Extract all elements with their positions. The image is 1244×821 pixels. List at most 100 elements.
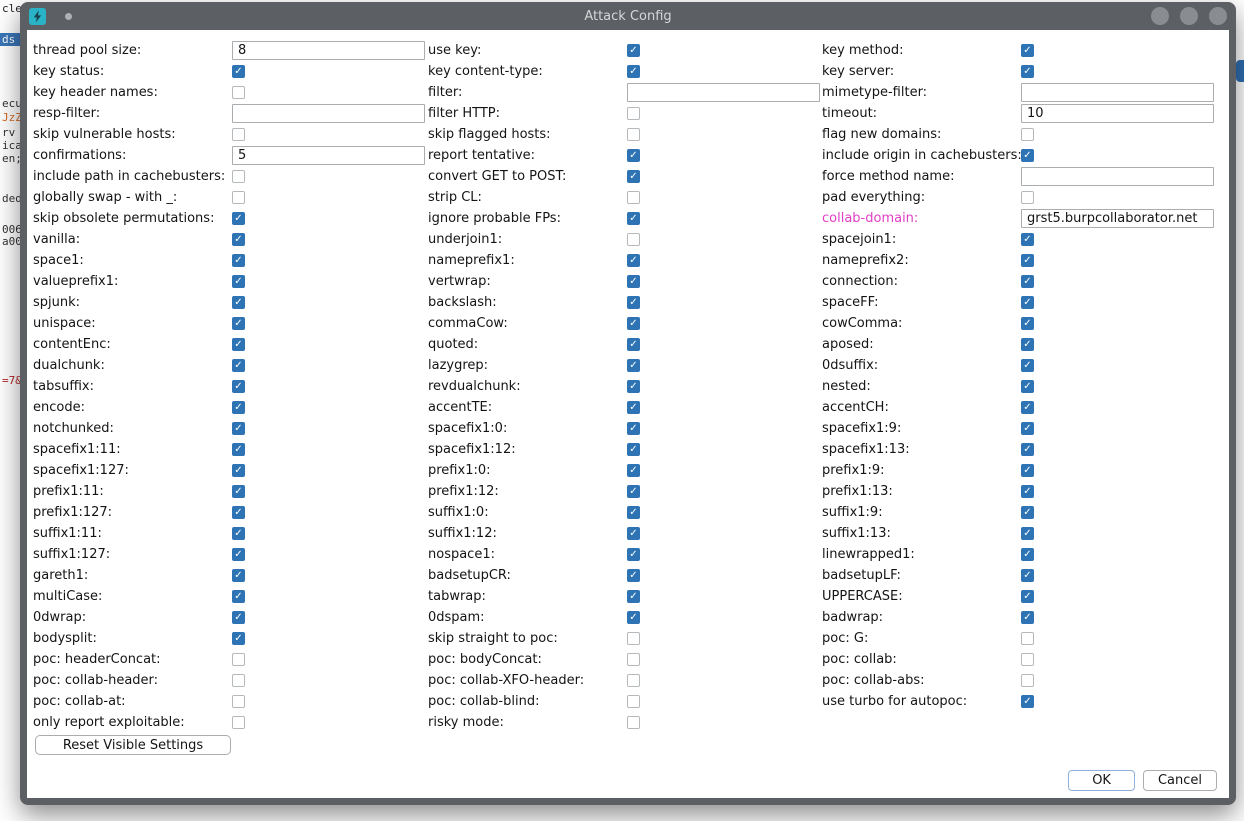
checkbox-accentch[interactable]: ✓ (1021, 401, 1034, 414)
checkbox-commacow[interactable]: ✓ (627, 317, 640, 330)
input-thread-pool-size[interactable] (232, 41, 425, 60)
checkbox-spacejoin1[interactable]: ✓ (1021, 233, 1034, 246)
checkbox-spacefix1-0[interactable]: ✓ (627, 422, 640, 435)
checkbox-prefix1-9[interactable]: ✓ (1021, 464, 1034, 477)
checkbox-tabwrap[interactable]: ✓ (627, 590, 640, 603)
checkbox-prefix1-127[interactable]: ✓ (232, 506, 245, 519)
input-filter[interactable] (627, 83, 820, 102)
checkbox-prefix1-0[interactable]: ✓ (627, 464, 640, 477)
checkbox-poc-headerconcat[interactable] (232, 653, 245, 666)
checkbox-accentte[interactable]: ✓ (627, 401, 640, 414)
checkbox-aposed[interactable]: ✓ (1021, 338, 1034, 351)
checkbox-key-method[interactable]: ✓ (1021, 44, 1034, 57)
checkbox-suffix1-13[interactable]: ✓ (1021, 527, 1034, 540)
checkbox-poc-bodyconcat[interactable] (627, 653, 640, 666)
checkbox-nested[interactable]: ✓ (1021, 380, 1034, 393)
checkbox-spjunk[interactable]: ✓ (232, 296, 245, 309)
checkbox-poc-g[interactable] (1021, 632, 1034, 645)
checkbox-backslash[interactable]: ✓ (627, 296, 640, 309)
checkbox-nameprefix1[interactable]: ✓ (627, 254, 640, 267)
checkbox-spacefix1-9[interactable]: ✓ (1021, 422, 1034, 435)
checkbox-use-turbo-for-autopoc[interactable]: ✓ (1021, 695, 1034, 708)
checkbox-prefix1-11[interactable]: ✓ (232, 485, 245, 498)
checkbox-key-server[interactable]: ✓ (1021, 65, 1034, 78)
checkbox-spacefix1-11[interactable]: ✓ (232, 443, 245, 456)
checkbox-ignore-probable-fps[interactable]: ✓ (627, 212, 640, 225)
checkbox-report-tentative[interactable]: ✓ (627, 149, 640, 162)
checkbox-nospace1[interactable]: ✓ (627, 548, 640, 561)
checkbox-flag-new-domains[interactable] (1021, 128, 1034, 141)
checkbox-suffix1-9[interactable]: ✓ (1021, 506, 1034, 519)
checkbox-suffix1-0[interactable]: ✓ (627, 506, 640, 519)
window-button-2[interactable] (1180, 7, 1198, 25)
checkbox-include-path-in-cachebusters[interactable] (232, 170, 245, 183)
checkbox-only-report-exploitable[interactable] (232, 716, 245, 729)
checkbox-key-content-type[interactable]: ✓ (627, 65, 640, 78)
checkbox-bodysplit[interactable]: ✓ (232, 632, 245, 645)
input-timeout[interactable] (1021, 104, 1214, 123)
checkbox-0dspam[interactable]: ✓ (627, 611, 640, 624)
checkbox-include-origin-in-cachebusters[interactable]: ✓ (1021, 149, 1034, 162)
checkbox-tabsuffix[interactable]: ✓ (232, 380, 245, 393)
ok-button[interactable]: OK (1068, 770, 1135, 791)
checkbox-badwrap[interactable]: ✓ (1021, 611, 1034, 624)
checkbox-dualchunk[interactable]: ✓ (232, 359, 245, 372)
checkbox-nameprefix2[interactable]: ✓ (1021, 254, 1034, 267)
checkbox-skip-straight-to-poc[interactable] (627, 632, 640, 645)
checkbox-encode[interactable]: ✓ (232, 401, 245, 414)
checkbox-convert-get-to-post[interactable]: ✓ (627, 170, 640, 183)
checkbox-poc-collab-abs[interactable] (1021, 674, 1034, 687)
checkbox-suffix1-11[interactable]: ✓ (232, 527, 245, 540)
checkbox-unispace[interactable]: ✓ (232, 317, 245, 330)
window-button-1[interactable] (1151, 7, 1169, 25)
checkbox-poc-collab-header[interactable] (232, 674, 245, 687)
checkbox-uppercase[interactable]: ✓ (1021, 590, 1034, 603)
checkbox-prefix1-13[interactable]: ✓ (1021, 485, 1034, 498)
checkbox-linewrapped1[interactable]: ✓ (1021, 548, 1034, 561)
checkbox-vertwrap[interactable]: ✓ (627, 275, 640, 288)
checkbox-badsetuplf[interactable]: ✓ (1021, 569, 1034, 582)
input-mimetype-filter[interactable] (1021, 83, 1214, 102)
checkbox-poc-collab[interactable] (1021, 653, 1034, 666)
checkbox-spaceff[interactable]: ✓ (1021, 296, 1034, 309)
checkbox-spacefix1-12[interactable]: ✓ (627, 443, 640, 456)
checkbox-key-status[interactable]: ✓ (232, 65, 245, 78)
checkbox-underjoin1[interactable] (627, 233, 640, 246)
input-confirmations[interactable] (232, 146, 425, 165)
checkbox-cowcomma[interactable]: ✓ (1021, 317, 1034, 330)
checkbox-badsetupcr[interactable]: ✓ (627, 569, 640, 582)
input-resp-filter[interactable] (232, 104, 425, 123)
checkbox-spacefix1-13[interactable]: ✓ (1021, 443, 1034, 456)
checkbox-skip-vulnerable-hosts[interactable] (232, 128, 245, 141)
checkbox-skip-obsolete-permutations[interactable]: ✓ (232, 212, 245, 225)
checkbox-0dwrap[interactable]: ✓ (232, 611, 245, 624)
checkbox-lazygrep[interactable]: ✓ (627, 359, 640, 372)
window-button-3[interactable] (1209, 7, 1227, 25)
checkbox-valueprefix1[interactable]: ✓ (232, 275, 245, 288)
checkbox-suffix1-127[interactable]: ✓ (232, 548, 245, 561)
checkbox-globally-swap-with[interactable] (232, 191, 245, 204)
checkbox-key-header-names[interactable] (232, 86, 245, 99)
checkbox-skip-flagged-hosts[interactable] (627, 128, 640, 141)
checkbox-prefix1-12[interactable]: ✓ (627, 485, 640, 498)
checkbox-connection[interactable]: ✓ (1021, 275, 1034, 288)
titlebar[interactable]: Attack Config (20, 2, 1236, 30)
cancel-button[interactable]: Cancel (1143, 770, 1217, 791)
checkbox-0dsuffix[interactable]: ✓ (1021, 359, 1034, 372)
checkbox-spacefix1-127[interactable]: ✓ (232, 464, 245, 477)
checkbox-vanilla[interactable]: ✓ (232, 233, 245, 246)
checkbox-risky-mode[interactable] (627, 716, 640, 729)
checkbox-poc-collab-at[interactable] (232, 695, 245, 708)
checkbox-revdualchunk[interactable]: ✓ (627, 380, 640, 393)
checkbox-poc-collab-xfo-header[interactable] (627, 674, 640, 687)
checkbox-contentenc[interactable]: ✓ (232, 338, 245, 351)
checkbox-space1[interactable]: ✓ (232, 254, 245, 267)
input-force-method-name[interactable] (1021, 167, 1214, 186)
input-collab-domain[interactable] (1021, 209, 1214, 228)
checkbox-filter-http[interactable] (627, 107, 640, 120)
checkbox-use-key[interactable]: ✓ (627, 44, 640, 57)
checkbox-gareth1[interactable]: ✓ (232, 569, 245, 582)
checkbox-strip-cl[interactable] (627, 191, 640, 204)
checkbox-poc-collab-blind[interactable] (627, 695, 640, 708)
checkbox-quoted[interactable]: ✓ (627, 338, 640, 351)
